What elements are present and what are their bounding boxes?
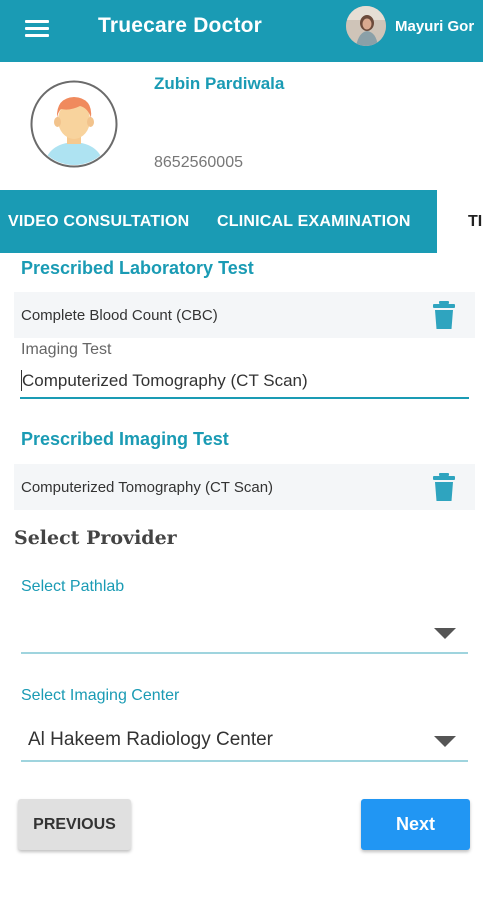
hamburger-menu-icon[interactable] xyxy=(22,14,52,44)
pathlab-label: Select Pathlab xyxy=(21,578,125,595)
imaging-test-name: Computerized Tomography (CT Scan) xyxy=(21,479,274,496)
lab-test-heading: Prescribed Laboratory Test xyxy=(21,258,254,278)
imaging-center-select[interactable]: Al Hakeem Radiology Center xyxy=(21,718,468,762)
imaging-center-select-group: Select Imaging Center Al Hakeem Radiolog… xyxy=(21,687,468,765)
previous-button[interactable]: PREVIOUS xyxy=(18,799,131,850)
next-button[interactable]: Next xyxy=(361,799,470,850)
caret-down-icon xyxy=(434,736,456,747)
imaging-test-row: Computerized Tomography (CT Scan) xyxy=(14,464,475,510)
imaging-center-value: Al Hakeem Radiology Center xyxy=(28,729,274,750)
user-name: Mayuri Gor xyxy=(395,17,475,35)
tab-bar: VIDEO CONSULTATION CLINICAL EXAMINATION … xyxy=(0,190,483,253)
patient-avatar xyxy=(30,80,118,168)
tab-active[interactable]: TI xyxy=(437,190,483,253)
pathlab-select[interactable] xyxy=(21,610,468,654)
lab-test-row: Complete Blood Count (CBC) xyxy=(14,292,475,338)
tab-clinical-examination[interactable]: CLINICAL EXAMINATION xyxy=(217,190,411,253)
pathlab-select-group: Select Pathlab xyxy=(21,578,468,656)
caret-down-icon xyxy=(434,628,456,639)
imaging-test-label: Imaging Test xyxy=(21,341,112,358)
app-bar: Truecare Doctor Mayuri Gor xyxy=(0,0,483,62)
user-avatar xyxy=(346,6,386,46)
trash-icon[interactable] xyxy=(433,301,455,329)
patient-name: Zubin Pardiwala xyxy=(154,74,285,93)
app-title: Truecare Doctor xyxy=(98,14,263,37)
imaging-test-heading: Prescribed Imaging Test xyxy=(21,429,229,449)
imaging-test-input[interactable] xyxy=(20,368,469,399)
tab-video-consultation[interactable]: VIDEO CONSULTATION xyxy=(8,190,189,253)
select-provider-heading: Select Provider xyxy=(14,527,177,549)
trash-icon[interactable] xyxy=(433,473,455,501)
text-cursor xyxy=(21,370,22,391)
user-profile-chip[interactable]: Mayuri Gor xyxy=(346,5,474,47)
patient-phone: 8652560005 xyxy=(154,154,243,171)
lab-test-name: Complete Blood Count (CBC) xyxy=(21,307,218,324)
imaging-center-label: Select Imaging Center xyxy=(21,687,180,704)
tab-active-label: TI xyxy=(468,213,483,230)
